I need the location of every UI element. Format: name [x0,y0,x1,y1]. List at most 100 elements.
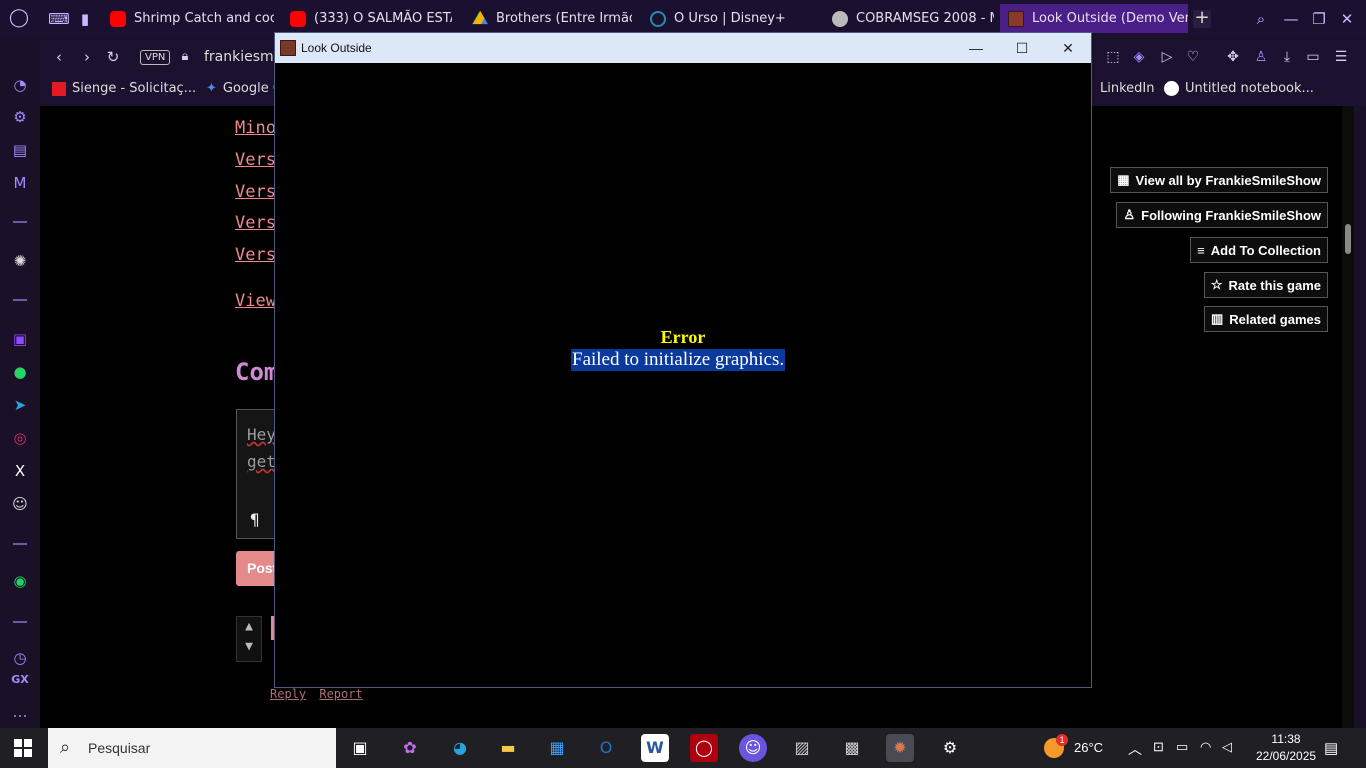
tab-look-outside[interactable]: Look Outside (Demo Versi [1000,4,1188,33]
music-player-icon[interactable]: M [10,173,30,193]
photos-icon[interactable]: ▩ [838,734,866,762]
game-icon [280,40,296,56]
bookmark-sienge[interactable]: Sienge - Solicitaç... [52,81,196,96]
gx-corner-icon[interactable]: ▤ [10,140,30,160]
gx-control-icon[interactable]: ⚙ [10,107,30,127]
tab-label: Brothers (Entre Irmãos) [496,11,632,26]
word-icon[interactable]: W [641,734,669,762]
vpn-badge[interactable]: VPN [140,50,171,65]
page-scrollbar[interactable] [1342,106,1354,728]
heart-icon[interactable]: ♡ [1182,46,1204,68]
opera-sidebar: ◔ ⚙ ▤ M ✺ ▣ ● ➤ ◎ X ☺ ◉ ◷ GX … [0,37,40,728]
spotify-icon[interactable]: ◉ [10,571,30,591]
edge-icon[interactable]: ◕ [446,734,474,762]
device-icon[interactable]: ⊡ [1153,739,1164,768]
opera-gx-taskbar-icon[interactable]: ◯ [690,734,718,762]
related-games-button[interactable]: ▥ Related games [1203,306,1328,332]
game-minimize-button[interactable]: — [961,37,991,59]
downvote-button[interactable]: ▼ [237,637,261,657]
chatgpt-icon[interactable]: ✺ [10,251,30,271]
tab-disney[interactable]: O Urso | Disney+ [642,4,812,33]
download-icon[interactable]: ⤓ [1276,46,1298,68]
battery-saver-icon[interactable]: ▭ [1302,46,1324,68]
rate-game-button[interactable]: ☆ Rate this game [1203,272,1328,298]
forward-icon[interactable]: › [76,46,98,68]
following-author-button[interactable]: ♙ Following FrankieSmileShow [1116,202,1328,228]
instagram-icon[interactable]: ◎ [10,428,30,448]
version-link[interactable]: Vers [235,213,276,233]
tab-label: O Urso | Disney+ [674,11,786,26]
discord-icon[interactable]: ☺ [10,494,30,514]
new-tab-button[interactable]: + [1193,9,1211,28]
gamepad-icon[interactable]: ⌨ [48,8,70,30]
wifi-icon[interactable]: ◠ [1200,739,1211,768]
version-link[interactable]: Vers [235,182,276,202]
easy-setup-icon[interactable]: ☰ [1330,46,1352,68]
lock-icon[interactable]: 🔒︎ [174,46,196,68]
taskbar-search[interactable]: ⌕ Pesquisar [48,728,336,768]
reload-icon[interactable]: ↻ [102,46,124,68]
discord-taskbar-icon[interactable]: ☺ [739,734,767,762]
minimize-icon[interactable]: — [1280,8,1302,30]
volume-icon[interactable]: ◁ [1222,739,1232,768]
more-icon[interactable]: … [10,702,30,722]
profile-icon[interactable]: ♙ [1250,46,1272,68]
tab-label: COBRAMSEG 2008 - M [856,11,994,26]
twitch-icon[interactable]: ▣ [10,329,30,349]
game-window: Look Outside — ☐ ✕ Error Failed to initi… [274,32,1092,688]
snapshot-icon[interactable]: ⬚ [1102,46,1124,68]
copilot-icon[interactable]: ✿ [396,734,424,762]
bookmark-notebook[interactable]: Untitled notebook... [1164,81,1314,96]
drive-icon [472,10,488,25]
bookmark-google[interactable]: ✦ Google C [206,81,282,96]
history-icon[interactable]: ◷ [10,648,30,668]
back-icon[interactable]: ‹ [48,46,70,68]
gx-logo-icon[interactable]: GX [10,670,30,690]
telegram-icon[interactable]: ➤ [10,395,30,415]
paragraph-format-button[interactable]: ¶ [250,510,260,529]
speed-dial-icon[interactable]: ◔ [10,75,30,95]
report-link[interactable]: Report [319,687,362,701]
outlook-icon[interactable]: O [592,734,620,762]
minor-update-link[interactable]: Mino [235,118,276,138]
chevron-up-icon[interactable]: ︿ [1128,739,1142,768]
windows-start-icon[interactable] [14,739,32,757]
opera-gx-logo-icon[interactable]: ◯ [8,7,30,29]
notifications-icon[interactable]: ▤ [1324,739,1338,768]
steam-icon[interactable]: ⚙ [936,734,964,762]
look-outside-taskbar-icon[interactable]: ✹ [886,734,914,762]
game-window-title: Look Outside [301,41,372,55]
document-icon[interactable]: ▮ [74,8,96,30]
battery-icon[interactable]: ▭ [1176,739,1188,768]
shield-icon[interactable]: ◈ [1128,46,1150,68]
game-window-titlebar[interactable]: Look Outside — ☐ ✕ [275,33,1091,63]
task-view-icon[interactable]: ▣ [346,734,374,762]
send-icon[interactable]: ▷ [1156,46,1178,68]
view-all-by-author-button[interactable]: ▦ View all by FrankieSmileShow [1110,167,1328,193]
view-all-posts-link[interactable]: View [235,291,276,311]
close-icon[interactable]: ✕ [1336,8,1358,30]
x-icon[interactable]: X [10,461,30,481]
add-to-collection-button[interactable]: ≡ Add To Collection [1190,237,1328,263]
file-explorer-icon[interactable]: ▬ [494,734,522,762]
microsoft-store-icon[interactable]: ▦ [543,734,571,762]
image-viewer-icon[interactable]: ▨ [788,734,816,762]
scrollbar-thumb[interactable] [1345,224,1351,254]
extensions-icon[interactable]: ✥ [1222,46,1244,68]
game-maximize-button[interactable]: ☐ [1007,37,1037,59]
upvote-button[interactable]: ▲ [237,617,261,637]
tab-shrimp[interactable]: Shrimp Catch and cook [102,4,274,33]
taskbar-clock[interactable]: 11:38 22/06/2025 [1256,731,1316,765]
whatsapp-icon[interactable]: ● [10,362,30,382]
version-link[interactable]: Vers [235,150,276,170]
reply-link[interactable]: Reply [270,687,306,701]
restore-icon[interactable]: ❐ [1308,8,1330,30]
tab-cobramseg[interactable]: COBRAMSEG 2008 - M [824,4,994,33]
version-link[interactable]: Vers [235,245,276,265]
tab-brothers[interactable]: Brothers (Entre Irmãos) [464,4,632,33]
bookmark-linkedin[interactable]: LinkedIn [1100,81,1154,96]
search-tabs-icon[interactable]: ⌕ [1250,8,1272,30]
tab-salmao[interactable]: (333) O SALMÃO ESTÁ [282,4,452,33]
bookmark-label: Untitled notebook... [1185,81,1314,96]
game-close-button[interactable]: ✕ [1053,37,1083,59]
